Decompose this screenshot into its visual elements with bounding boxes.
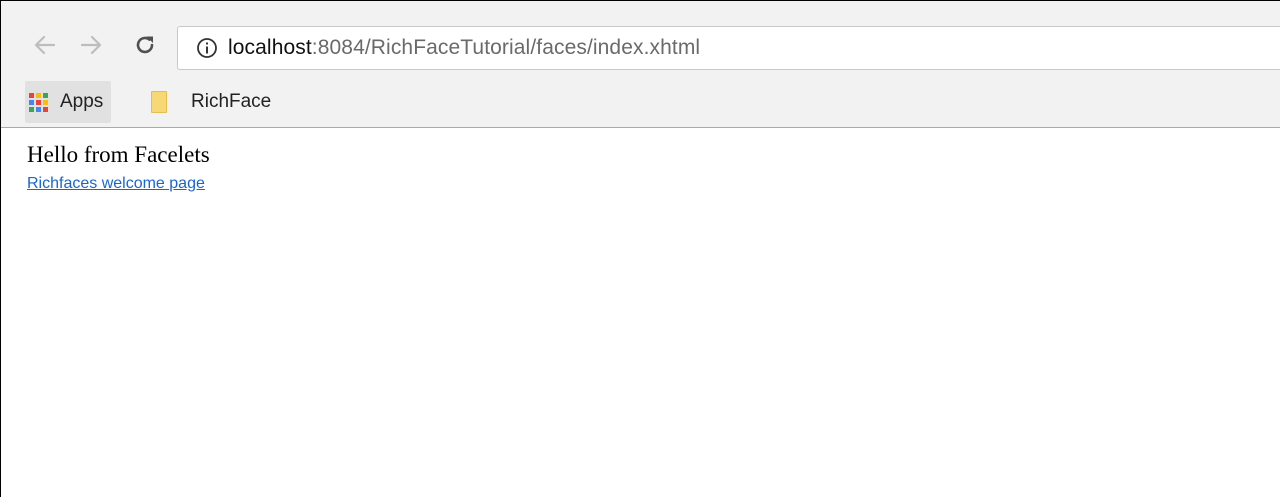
richface-bookmark-folder[interactable]: RichFace [151,81,271,123]
apps-grid-icon [29,92,48,112]
reload-icon [136,36,154,54]
browser-toolbar: localhost:8084/RichFaceTutorial/faces/in… [1,1,1280,81]
page-heading: Hello from Facelets [27,142,210,167]
apps-bookmark[interactable]: Apps [25,81,112,123]
info-icon[interactable] [196,37,218,59]
reload-button[interactable] [131,31,159,59]
bookmarks-bar: Apps RichFace [1,81,1280,125]
folder-icon [151,91,167,113]
browser-window: localhost:8084/RichFaceTutorial/faces/in… [0,0,1280,497]
arrow-right-icon [80,35,102,55]
url-text[interactable]: localhost:8084/RichFaceTutorial/faces/in… [228,36,700,60]
arrow-left-icon [34,35,56,55]
page-content: Hello from Facelets Richfaces welcome pa… [27,141,210,193]
forward-button[interactable] [77,31,105,59]
url-host: localhost [228,36,312,59]
richfaces-welcome-link[interactable]: Richfaces welcome page [27,175,205,193]
browser-chrome: localhost:8084/RichFaceTutorial/faces/in… [1,1,1280,128]
address-bar[interactable]: localhost:8084/RichFaceTutorial/faces/in… [177,26,1280,70]
back-button[interactable] [31,31,59,59]
url-path: :8084/RichFaceTutorial/faces/index.xhtml [311,36,701,59]
apps-label: Apps [60,91,104,112]
folder-label: RichFace [191,91,272,112]
